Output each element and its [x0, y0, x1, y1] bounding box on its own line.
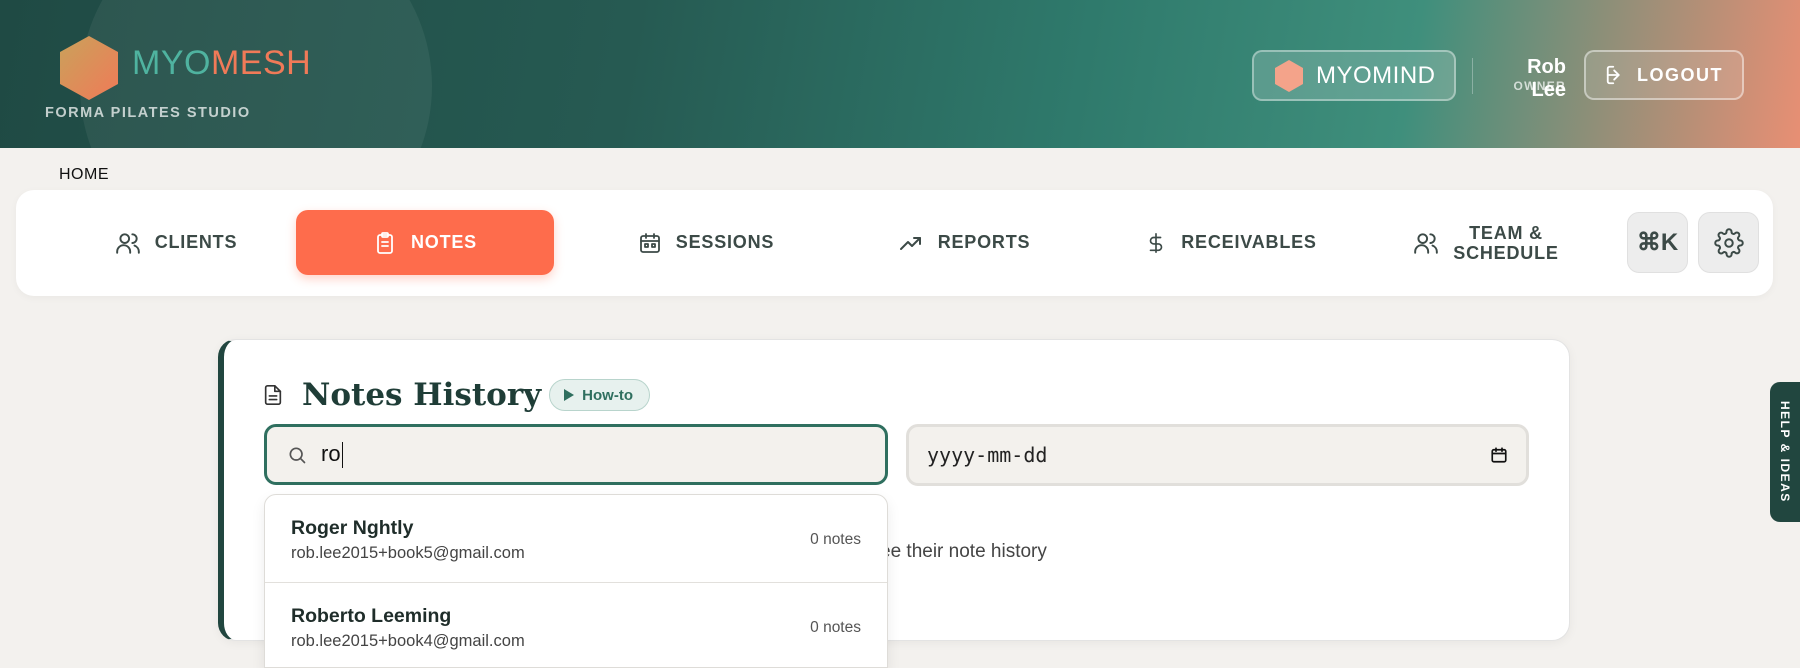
calendar-icon	[639, 232, 660, 253]
breadcrumb[interactable]: HOME	[59, 166, 109, 184]
list-item[interactable]: Roger Nghtly rob.lee2015+book5@gmail.com…	[265, 495, 887, 583]
logout-button[interactable]: LOGOUT	[1584, 50, 1744, 100]
howto-button[interactable]: How-to	[549, 379, 650, 411]
nav-label-receivables: RECEIVABLES	[1181, 232, 1317, 252]
nav-label-team-line1: TEAM &	[1469, 222, 1543, 243]
users-icon	[1414, 232, 1439, 254]
users-icon	[115, 232, 140, 254]
client-email: rob.lee2015+book4@gmail.com	[291, 632, 525, 650]
nav-label-notes: NOTES	[410, 232, 477, 252]
search-results-dropdown: Roger Nghtly rob.lee2015+book5@gmail.com…	[264, 494, 888, 668]
header-divider	[1472, 58, 1473, 94]
list-item[interactable]: Roberto Leeming rob.lee2015+book4@gmail.…	[265, 583, 887, 667]
clipboard-icon	[377, 231, 393, 254]
hexagon-logo-icon	[60, 36, 118, 100]
logout-icon	[1606, 65, 1620, 85]
document-icon	[264, 385, 282, 405]
date-filter-input[interactable]: yyyy-mm-dd	[906, 424, 1529, 486]
client-name: Roberto Leeming	[291, 605, 452, 627]
text-caret	[341, 442, 344, 469]
client-email: rob.lee2015+book5@gmail.com	[291, 544, 525, 562]
gear-icon	[1713, 227, 1744, 258]
search-text: ro	[321, 440, 341, 466]
page-title: Notes History	[302, 377, 542, 413]
play-icon	[564, 389, 575, 401]
dollar-icon	[1149, 232, 1163, 253]
nav-label-team-schedule: TEAM & SCHEDULE	[1453, 223, 1558, 263]
logout-label: LOGOUT	[1637, 64, 1723, 85]
card-title-row: Notes History How-to	[262, 377, 650, 413]
client-search-input[interactable]: ro	[264, 424, 888, 485]
nav-item-clients[interactable]: CLIENTS	[96, 210, 256, 275]
hexagon-icon	[1275, 59, 1303, 92]
nav-item-sessions[interactable]: SESSIONS	[616, 210, 796, 275]
nav-label-sessions: SESSIONS	[675, 232, 775, 252]
trending-up-icon	[899, 236, 921, 250]
command-palette-button[interactable]: ⌘K	[1627, 212, 1688, 273]
search-icon	[289, 447, 306, 463]
nav-label-team-line2: SCHEDULE	[1453, 242, 1559, 263]
notes-count: 0 notes	[810, 531, 861, 548]
nav-item-notes[interactable]: NOTES	[296, 210, 554, 275]
nav-label-clients: CLIENTS	[154, 232, 238, 252]
myomind-label: MYOMIND	[1316, 61, 1436, 89]
help-tab-label: HELP & IDEAS	[1778, 401, 1792, 503]
brand-name-part1: MYO	[132, 44, 211, 82]
search-input-value[interactable]: ro	[321, 440, 344, 469]
notes-count: 0 notes	[810, 619, 861, 636]
nav-item-receivables[interactable]: RECEIVABLES	[1141, 210, 1321, 275]
nav-item-reports[interactable]: REPORTS	[884, 210, 1044, 275]
hint-text: ee their note history	[880, 541, 1047, 562]
myomind-button[interactable]: MYOMIND	[1252, 50, 1456, 101]
calendar-icon[interactable]	[1490, 446, 1508, 464]
nav-label-reports: REPORTS	[937, 232, 1031, 252]
client-name: Roger Nghtly	[291, 517, 414, 539]
brand-name-part2: MESH	[210, 44, 312, 82]
nav-item-team-schedule[interactable]: TEAM & SCHEDULE	[1386, 210, 1586, 275]
user-role: OWNER	[1513, 79, 1566, 93]
howto-label: How-to	[582, 386, 633, 404]
studio-name: FORMA PILATES STUDIO	[45, 105, 251, 121]
settings-button[interactable]	[1698, 212, 1759, 273]
brand-name: MYOMESH	[132, 44, 311, 83]
help-ideas-tab[interactable]: HELP & IDEAS	[1770, 382, 1800, 522]
main-nav: CLIENTS NOTES SESSIONS REPORTS RECEIVABL…	[16, 190, 1773, 296]
date-placeholder: yyyy-mm-dd	[927, 443, 1048, 467]
app-header: MYOMESH FORMA PILATES STUDIO MYOMIND Rob…	[0, 0, 1800, 148]
